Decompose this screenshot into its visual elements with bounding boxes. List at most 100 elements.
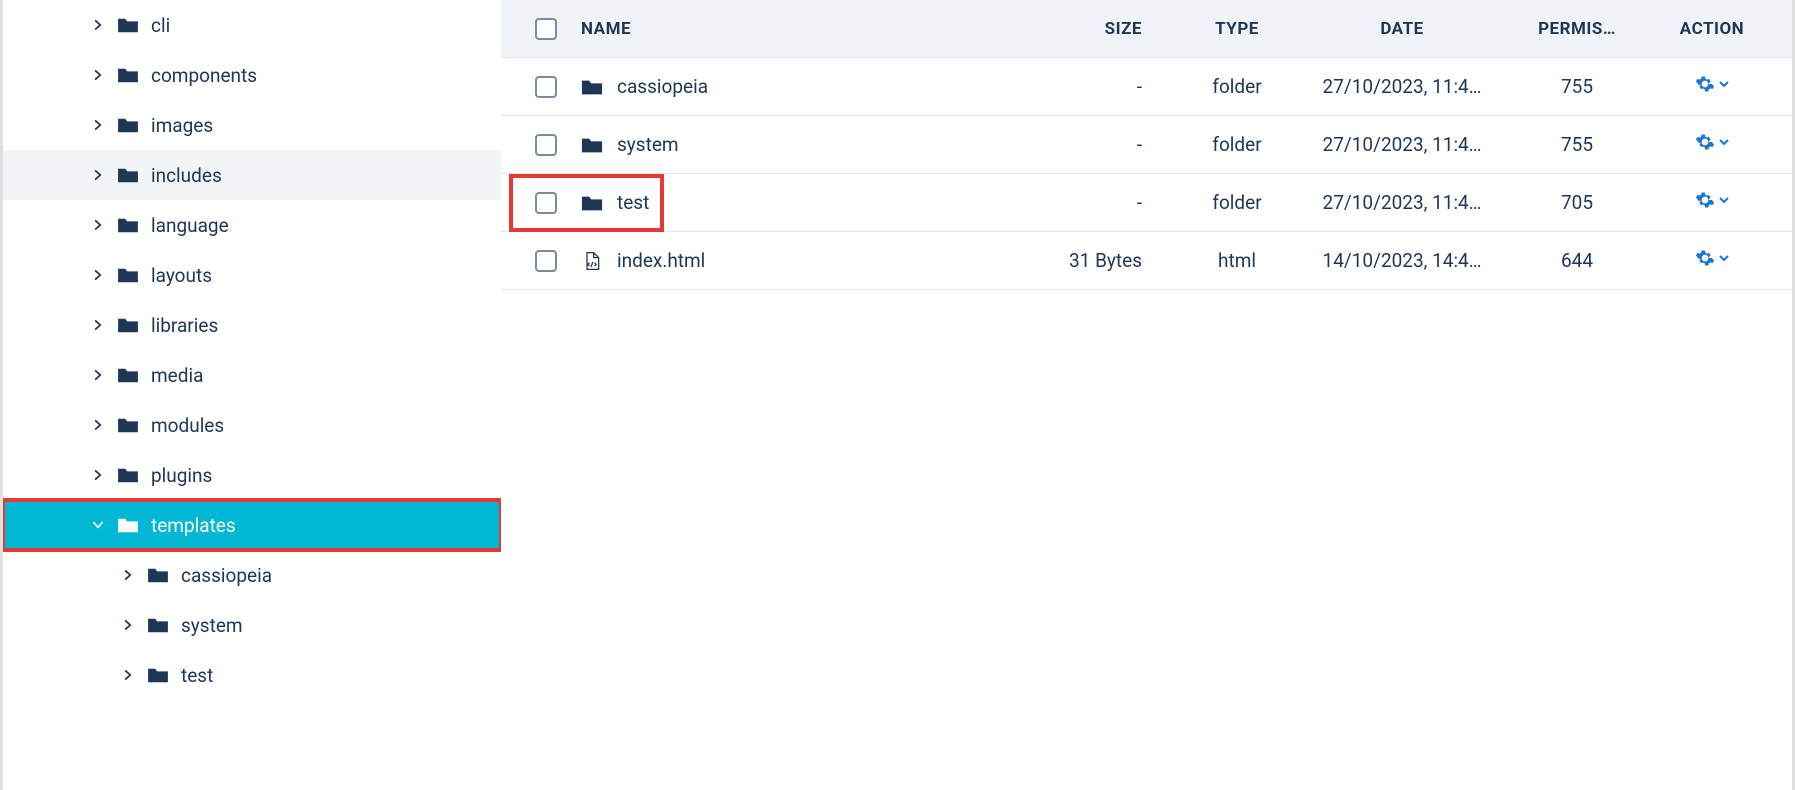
table-row[interactable]: index.html 31 Byteshtml14/10/2023, 14:4…6…	[501, 232, 1792, 290]
row-permissions: 755	[1502, 133, 1652, 156]
tree-item-cli[interactable]: cli	[3, 0, 501, 50]
header-action[interactable]: ACTION	[1652, 19, 1772, 39]
tree-item-test[interactable]: test	[3, 650, 501, 700]
row-date: 27/10/2023, 11:4…	[1302, 191, 1502, 214]
table-row[interactable]: system -folder27/10/2023, 11:4…755	[501, 116, 1792, 174]
folder-icon	[117, 16, 141, 34]
chevron-right-icon[interactable]	[87, 68, 109, 82]
tree-item-label: images	[151, 114, 213, 137]
tree-item-modules[interactable]: modules	[3, 400, 501, 450]
row-checkbox[interactable]	[535, 76, 557, 98]
chevron-down-icon[interactable]	[87, 518, 109, 532]
row-action-menu[interactable]	[1695, 74, 1729, 94]
tree-item-images[interactable]: images	[3, 100, 501, 150]
tree-item-cassiopeia[interactable]: cassiopeia	[3, 550, 501, 600]
row-name-label: system	[617, 133, 679, 156]
row-name-label: index.html	[617, 249, 705, 272]
select-all-checkbox[interactable]	[535, 18, 557, 40]
folder-icon	[117, 266, 141, 284]
tree-item-label: language	[151, 214, 229, 237]
chevron-right-icon[interactable]	[87, 168, 109, 182]
row-action-menu[interactable]	[1695, 190, 1729, 210]
table-row[interactable]: test -folder27/10/2023, 11:4…705	[501, 174, 1792, 232]
tree-item-label: includes	[151, 164, 222, 187]
tree-item-label: templates	[151, 514, 236, 537]
chevron-right-icon[interactable]	[87, 218, 109, 232]
row-size: -	[1042, 133, 1172, 156]
folder-icon	[147, 566, 171, 584]
tree-item-label: components	[151, 64, 257, 87]
folder-icon	[117, 216, 141, 234]
tree-item-templates[interactable]: templates	[3, 500, 501, 550]
folder-icon	[147, 666, 171, 684]
row-permissions: 705	[1502, 191, 1652, 214]
tree-item-label: cassiopeia	[181, 564, 272, 587]
folder-icon	[117, 366, 141, 384]
row-checkbox[interactable]	[535, 192, 557, 214]
header-type[interactable]: TYPE	[1172, 19, 1302, 39]
row-date: 27/10/2023, 11:4…	[1302, 133, 1502, 156]
row-size: -	[1042, 75, 1172, 98]
tree-item-layouts[interactable]: layouts	[3, 250, 501, 300]
row-name-label: cassiopeia	[617, 75, 708, 98]
row-checkbox[interactable]	[535, 250, 557, 272]
tree-item-includes[interactable]: includes	[3, 150, 501, 200]
chevron-right-icon[interactable]	[117, 618, 139, 632]
header-name[interactable]: NAME	[571, 19, 1042, 39]
chevron-right-icon[interactable]	[87, 368, 109, 382]
chevron-right-icon[interactable]	[117, 568, 139, 582]
tree-item-libraries[interactable]: libraries	[3, 300, 501, 350]
tree-item-components[interactable]: components	[3, 50, 501, 100]
row-type: folder	[1172, 191, 1302, 214]
chevron-right-icon[interactable]	[87, 268, 109, 282]
sidebar-tree[interactable]: cli components images includes language layou…	[3, 0, 501, 790]
chevron-right-icon[interactable]	[87, 418, 109, 432]
folder-icon	[117, 166, 141, 184]
tree-item-label: layouts	[151, 264, 212, 287]
tree-item-media[interactable]: media	[3, 350, 501, 400]
header-permissions[interactable]: PERMIS…	[1502, 19, 1652, 39]
folder-icon	[117, 116, 141, 134]
row-name-label: test	[617, 191, 649, 214]
chevron-right-icon[interactable]	[87, 468, 109, 482]
folder-icon	[581, 135, 605, 155]
tree-item-plugins[interactable]: plugins	[3, 450, 501, 500]
row-action-menu[interactable]	[1695, 132, 1729, 152]
chevron-right-icon[interactable]	[117, 668, 139, 682]
folder-icon	[581, 77, 605, 97]
row-size: -	[1042, 191, 1172, 214]
tree-item-label: plugins	[151, 464, 212, 487]
folder-icon	[117, 316, 141, 334]
row-size: 31 Bytes	[1042, 249, 1172, 272]
tree-item-label: test	[181, 664, 213, 687]
row-permissions: 755	[1502, 75, 1652, 98]
tree-item-label: system	[181, 614, 243, 637]
tree-item-system[interactable]: system	[3, 600, 501, 650]
chevron-right-icon[interactable]	[87, 118, 109, 132]
row-action-menu[interactable]	[1695, 248, 1729, 268]
row-type: html	[1172, 249, 1302, 272]
header-date[interactable]: DATE	[1302, 19, 1502, 39]
row-type: folder	[1172, 75, 1302, 98]
row-checkbox[interactable]	[535, 134, 557, 156]
row-permissions: 644	[1502, 249, 1652, 272]
chevron-right-icon[interactable]	[87, 318, 109, 332]
row-date: 27/10/2023, 11:4…	[1302, 75, 1502, 98]
folder-icon	[117, 416, 141, 434]
folder-icon	[117, 66, 141, 84]
chevron-right-icon[interactable]	[87, 18, 109, 32]
file-table: NAME SIZE TYPE DATE PERMIS… ACTION cassi…	[501, 0, 1795, 790]
file-icon	[581, 251, 605, 271]
row-date: 14/10/2023, 14:4…	[1302, 249, 1502, 272]
tree-item-label: cli	[151, 14, 170, 37]
header-size[interactable]: SIZE	[1042, 19, 1172, 39]
table-row[interactable]: cassiopeia -folder27/10/2023, 11:4…755	[501, 58, 1792, 116]
folder-icon	[117, 516, 141, 534]
folder-icon	[581, 193, 605, 213]
tree-item-language[interactable]: language	[3, 200, 501, 250]
table-header-row: NAME SIZE TYPE DATE PERMIS… ACTION	[501, 0, 1792, 58]
folder-icon	[117, 466, 141, 484]
row-type: folder	[1172, 133, 1302, 156]
tree-item-label: modules	[151, 414, 224, 437]
tree-item-label: media	[151, 364, 203, 387]
